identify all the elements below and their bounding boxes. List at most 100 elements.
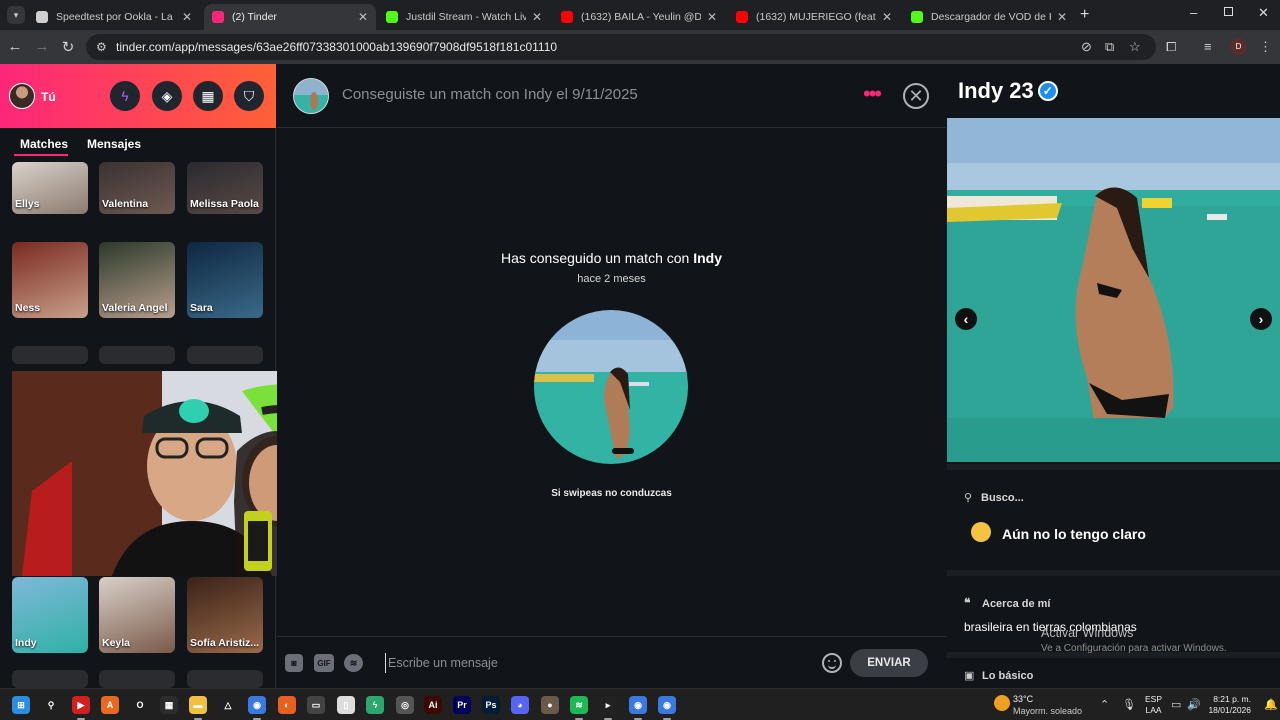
tab-close-icon[interactable]: ✕	[182, 10, 192, 24]
site-info-icon[interactable]: ⚙	[96, 40, 107, 54]
match-card[interactable]	[12, 670, 88, 688]
send-button[interactable]: ENVIAR	[850, 649, 928, 677]
extensions-icon[interactable]: ⧠	[1166, 39, 1176, 55]
gif-button[interactable]: GIF	[314, 654, 334, 672]
match-photo[interactable]	[534, 310, 688, 464]
tab-close-icon[interactable]: ✕	[707, 10, 717, 24]
match-card[interactable]: Valentina	[99, 162, 175, 214]
browser-tab[interactable]: (1632) MUJERIEGO (feat. Gulax) ✕	[728, 4, 900, 30]
sticker-button[interactable]: ◙	[285, 654, 303, 672]
boost-button[interactable]: ϟ	[110, 81, 140, 111]
network-icon[interactable]: ▭	[1171, 698, 1181, 711]
match-card[interactable]	[99, 670, 175, 688]
app-icon[interactable]: A	[101, 696, 119, 714]
illustrator-icon[interactable]: Ai	[424, 696, 442, 714]
browser-tab[interactable]: (2) Tinder ✕	[204, 4, 376, 30]
my-profile-avatar[interactable]	[9, 83, 35, 109]
notifications-icon[interactable]: 🔔	[1264, 698, 1278, 711]
photo-next-button[interactable]: ›	[1250, 308, 1272, 330]
app-icon[interactable]: ●	[541, 696, 559, 714]
browser-tab[interactable]: (1632) BAILA - Yeulin @DannerMu ✕	[553, 4, 725, 30]
opera-icon[interactable]: O	[131, 696, 149, 714]
windows-activation-title: Activar Windows	[1041, 626, 1134, 640]
app-icon[interactable]: ▶	[72, 696, 90, 714]
briefcase-button[interactable]: ▦	[193, 81, 223, 111]
match-card[interactable]	[187, 670, 263, 688]
search-icon[interactable]: ⚲	[42, 696, 60, 714]
chevron-up-icon[interactable]: ⌃	[1100, 698, 1109, 711]
chrome-icon[interactable]: ◉	[248, 696, 266, 714]
volume-icon[interactable]: 🔊	[1187, 698, 1201, 711]
tab-close-icon[interactable]: ✕	[882, 10, 892, 24]
forward-icon[interactable]: →	[33, 38, 51, 55]
system-clock[interactable]: 8:21 p. m. 18/01/2026	[1205, 694, 1251, 716]
profile-avatar[interactable]: D	[1230, 38, 1247, 55]
menu-kebab-icon[interactable]: ⋮	[1259, 39, 1272, 55]
match-card[interactable]: Keyla	[99, 577, 175, 653]
photo-prev-button[interactable]: ‹	[955, 308, 977, 330]
browser-tab[interactable]: Justdil Stream - Watch Live on Kick ✕	[378, 4, 550, 30]
drive-icon[interactable]: △	[219, 696, 237, 714]
browser-tab[interactable]: Descargador de VOD de Kick/Twitch ✕	[903, 4, 1075, 30]
match-card[interactable]: Valeria Angel	[99, 242, 175, 318]
minimize-button[interactable]: –	[1190, 5, 1197, 20]
microphone-icon[interactable]: 🎙	[1122, 698, 1136, 711]
match-card[interactable]: Melissa Paola	[187, 162, 263, 214]
app-icon[interactable]: ◎	[396, 696, 414, 714]
my-profile-label[interactable]: Tú	[41, 90, 56, 104]
app-icon[interactable]: ϟ	[366, 696, 384, 714]
match-card[interactable]	[187, 346, 263, 364]
install-app-icon[interactable]: ⧉	[1105, 39, 1114, 55]
spotify-button[interactable]: ≋	[344, 654, 363, 672]
chrome-icon[interactable]: ◉	[629, 696, 647, 714]
match-card[interactable]	[99, 346, 175, 364]
folder-icon[interactable]: ▬	[189, 696, 207, 714]
match-avatar[interactable]	[293, 78, 329, 114]
discord-icon[interactable]: ◕	[511, 696, 529, 714]
bookmark-star-icon[interactable]: ☆	[1129, 39, 1141, 55]
tab-close-icon[interactable]: ✕	[1057, 10, 1067, 24]
eye-off-icon[interactable]: ⊘	[1081, 39, 1092, 55]
new-tab-button[interactable]: +	[1080, 6, 1089, 24]
address-bar[interactable]: ⚙ tinder.com/app/messages/63ae26ff073383…	[86, 34, 1156, 60]
match-card[interactable]	[12, 346, 88, 364]
media-control-icon[interactable]: ≡	[1204, 39, 1212, 54]
reload-icon[interactable]: ↻	[59, 38, 77, 56]
start-icon[interactable]: ⊞	[12, 696, 30, 714]
weather-description[interactable]: Mayorm. soleado	[1013, 706, 1082, 716]
close-conversation-button[interactable]: ✕	[903, 83, 929, 109]
input-language[interactable]: ESP LAA	[1145, 694, 1162, 716]
tab-search-button[interactable]: ▾	[7, 6, 25, 24]
explore-button[interactable]: ◈	[152, 81, 182, 111]
more-options-button[interactable]: •••	[863, 83, 882, 105]
back-icon[interactable]: ←	[6, 38, 24, 55]
match-card[interactable]: Sofía Aristiz...	[187, 577, 263, 653]
spotify-icon[interactable]: ≋	[570, 696, 588, 714]
premiere-icon[interactable]: Pr	[453, 696, 471, 714]
chrome-icon[interactable]: ◉	[658, 696, 676, 714]
tab-close-icon[interactable]: ✕	[532, 10, 542, 24]
tab-matches[interactable]: Matches	[20, 137, 68, 151]
tab-messages[interactable]: Mensajes	[87, 137, 141, 151]
match-card[interactable]: Indy	[12, 577, 88, 653]
weather-sun-icon[interactable]	[994, 695, 1010, 711]
profile-photo[interactable]: ‹ ›	[947, 118, 1280, 462]
store-icon[interactable]: ▦	[160, 696, 178, 714]
browser-tab[interactable]: Speedtest por Ookla - La prueba de ✕	[28, 4, 200, 30]
app-icon[interactable]: ▭	[307, 696, 325, 714]
restore-button[interactable]	[1224, 7, 1233, 16]
message-input[interactable]	[385, 653, 815, 673]
firefox-icon[interactable]: ◐	[278, 696, 296, 714]
close-window-button[interactable]: ✕	[1258, 5, 1269, 21]
safety-button[interactable]: ⛉	[234, 81, 264, 111]
terminal-icon[interactable]: ▸	[599, 696, 617, 714]
weather-temperature[interactable]: 33°C	[1013, 694, 1033, 704]
match-card[interactable]: Ness	[12, 242, 88, 318]
match-card[interactable]: Ellys	[12, 162, 88, 214]
match-card[interactable]: Sara	[187, 242, 263, 318]
photoshop-icon[interactable]: Ps	[482, 696, 500, 714]
search-icon: ⚲	[964, 492, 973, 504]
emoji-icon[interactable]	[822, 653, 842, 673]
file-icon[interactable]: ▯	[337, 696, 355, 714]
tab-close-icon[interactable]: ✕	[358, 10, 368, 24]
